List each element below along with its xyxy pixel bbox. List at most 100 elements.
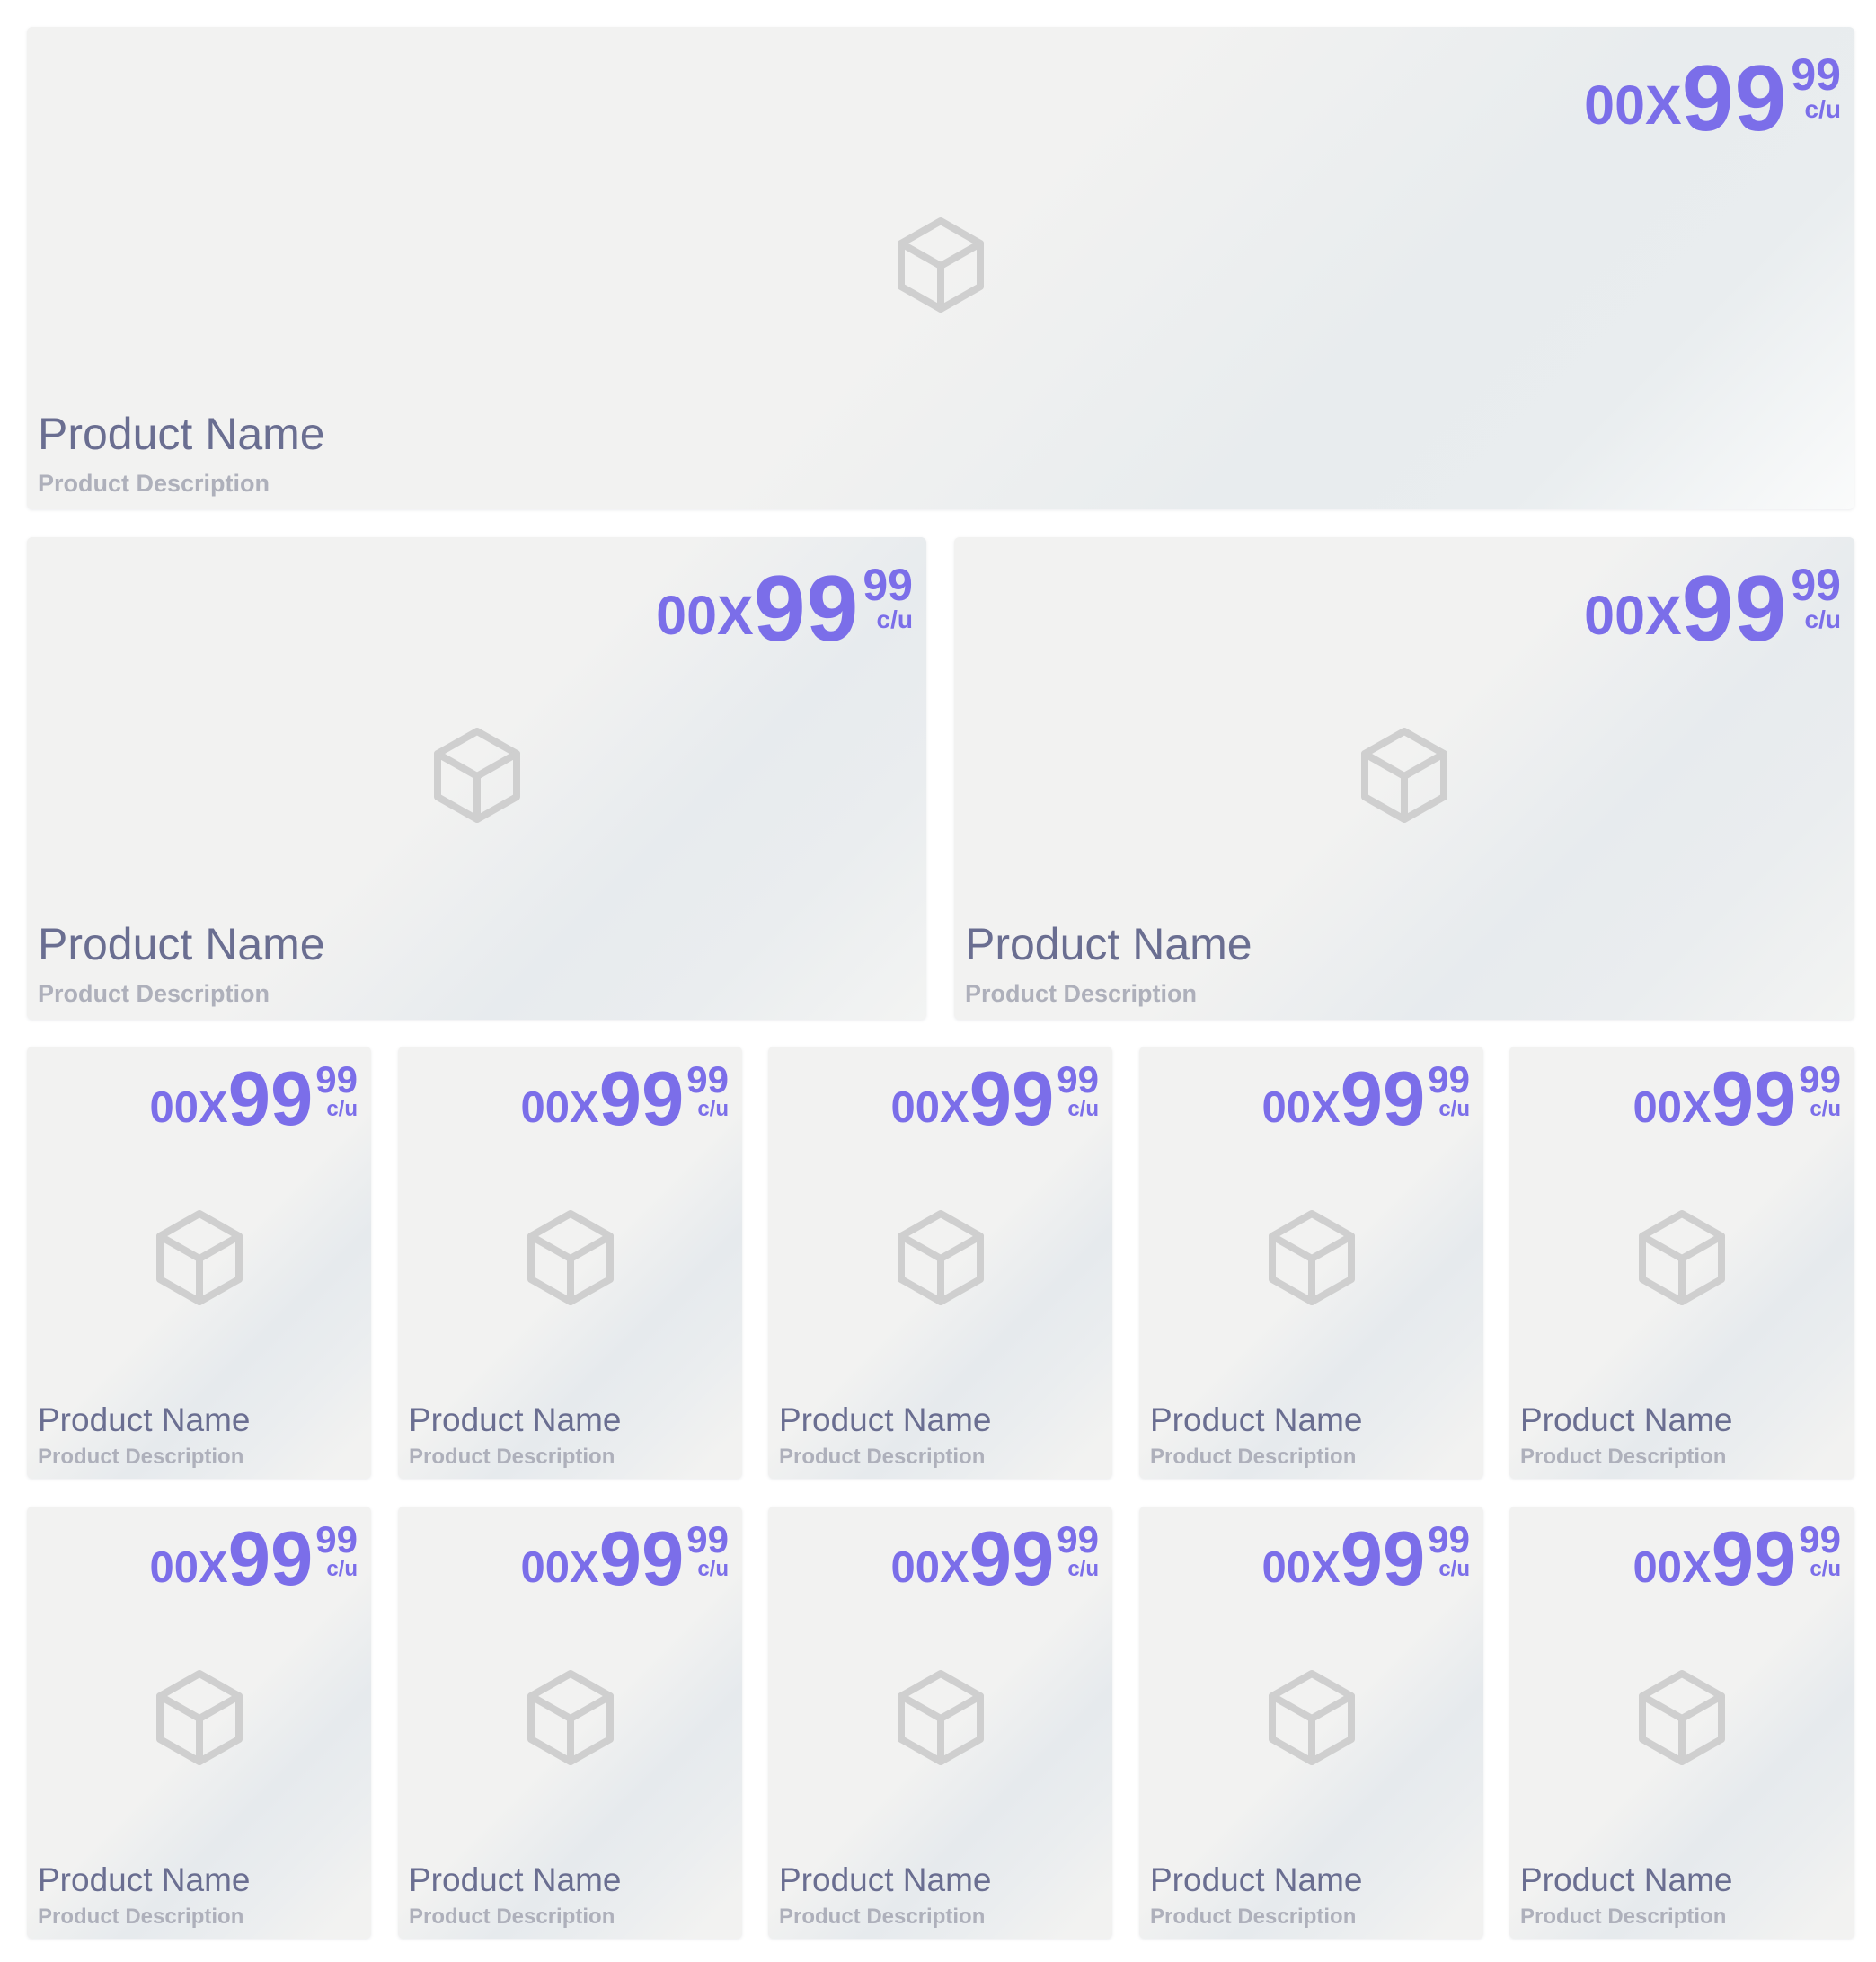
price-unit: c/u xyxy=(1810,1097,1841,1121)
product-name: Product Name xyxy=(1150,1401,1363,1438)
price-cents: 99 xyxy=(1428,1518,1470,1560)
price-integer: 99 xyxy=(1711,1516,1797,1602)
price-quantity: 00X xyxy=(1584,585,1682,646)
product-name: Product Name xyxy=(38,919,325,969)
package-icon xyxy=(1268,1210,1355,1305)
price-cents: 99 xyxy=(315,1058,358,1100)
price-fraction: 99 c/u xyxy=(1787,52,1841,122)
price-integer: 99 xyxy=(598,1056,685,1142)
price-cents: 99 xyxy=(863,560,913,610)
price-tag: 00X 99 99 c/u xyxy=(656,562,913,656)
price-cents: 99 xyxy=(686,1058,729,1100)
product-description: Product Description xyxy=(38,1905,244,1929)
price-integer: 99 xyxy=(227,1056,314,1142)
price-quantity: 00X xyxy=(1633,1543,1712,1592)
price-fraction: 99 c/u xyxy=(1796,1521,1841,1580)
price-tag: 00X 99 99 c/u xyxy=(1633,1056,1841,1142)
price-quantity: 00X xyxy=(149,1083,228,1132)
product-description: Product Description xyxy=(409,1445,615,1469)
price-integer: 99 xyxy=(1681,557,1788,661)
price-unit: c/u xyxy=(1438,1097,1470,1121)
product-card[interactable]: 00X 99 99 c/u Product Name Product Descr… xyxy=(1509,1047,1854,1479)
price-quantity: 00X xyxy=(149,1543,228,1592)
price-quantity: 00X xyxy=(890,1083,969,1132)
price-integer: 99 xyxy=(1711,1056,1797,1142)
product-name: Product Name xyxy=(38,409,325,459)
price-integer: 99 xyxy=(1340,1516,1426,1602)
product-name: Product Name xyxy=(1520,1861,1733,1898)
product-description: Product Description xyxy=(1150,1905,1357,1929)
price-tag: 00X 99 99 c/u xyxy=(521,1516,729,1602)
product-name: Product Name xyxy=(1150,1861,1363,1898)
product-name: Product Name xyxy=(409,1861,622,1898)
price-fraction: 99 c/u xyxy=(684,1061,729,1120)
product-card[interactable]: 00X 99 99 c/u Product Name Product Descr… xyxy=(398,1507,742,1939)
price-cents: 99 xyxy=(1799,1518,1841,1560)
price-quantity: 00X xyxy=(1261,1543,1341,1592)
price-tag: 00X 99 99 c/u xyxy=(1261,1061,1470,1138)
product-name: Product Name xyxy=(779,1401,992,1438)
package-icon xyxy=(1268,1670,1355,1765)
price-unit: c/u xyxy=(697,1097,729,1121)
package-icon xyxy=(527,1670,614,1765)
price-fraction: 99 c/u xyxy=(1425,1061,1470,1120)
product-card[interactable]: 00X 99 99 c/u Product Name Product Descr… xyxy=(27,27,1854,509)
package-icon xyxy=(433,728,520,823)
product-description: Product Description xyxy=(409,1905,615,1929)
price-unit: c/u xyxy=(1804,95,1841,123)
package-icon xyxy=(527,1210,614,1305)
price-cents: 99 xyxy=(1428,1058,1470,1100)
price-fraction: 99 c/u xyxy=(313,1521,358,1580)
price-quantity: 00X xyxy=(656,585,754,646)
package-icon xyxy=(1639,1670,1725,1765)
product-card[interactable]: 00X 99 99 c/u Product Name Product Descr… xyxy=(1139,1507,1483,1939)
price-tag: 00X 99 99 c/u xyxy=(890,1061,1099,1138)
price-cents: 99 xyxy=(315,1518,358,1560)
price-cents: 99 xyxy=(1799,1058,1841,1100)
price-fraction: 99 c/u xyxy=(313,1061,358,1120)
product-card[interactable]: 00X 99 99 c/u Product Name Product Descr… xyxy=(768,1507,1112,1939)
price-fraction: 99 c/u xyxy=(1054,1061,1099,1120)
product-description: Product Description xyxy=(1520,1905,1727,1929)
price-unit: c/u xyxy=(326,1557,358,1581)
price-quantity: 00X xyxy=(1584,75,1682,136)
price-quantity: 00X xyxy=(1261,1083,1341,1132)
product-name: Product Name xyxy=(38,1401,251,1438)
price-cents: 99 xyxy=(1791,560,1841,610)
product-card[interactable]: 00X 99 99 c/u Product Name Product Descr… xyxy=(954,537,1854,1020)
price-integer: 99 xyxy=(227,1516,314,1602)
product-card[interactable]: 00X 99 99 c/u Product Name Product Descr… xyxy=(1139,1047,1483,1479)
product-description: Product Description xyxy=(1150,1445,1357,1469)
price-unit: c/u xyxy=(1810,1557,1841,1581)
price-integer: 99 xyxy=(598,1516,685,1602)
price-unit: c/u xyxy=(1438,1557,1470,1581)
price-tag: 00X 99 99 c/u xyxy=(521,1056,729,1142)
package-icon xyxy=(897,1210,984,1305)
price-integer: 99 xyxy=(753,557,860,661)
price-tag: 00X 99 99 c/u xyxy=(1584,52,1841,146)
product-card[interactable]: 00X 99 99 c/u Product Name Product Descr… xyxy=(768,1047,1112,1479)
product-card[interactable]: 00X 99 99 c/u Product Name Product Descr… xyxy=(27,1047,371,1479)
product-name: Product Name xyxy=(965,919,1252,969)
price-unit: c/u xyxy=(876,605,913,633)
price-quantity: 00X xyxy=(890,1543,969,1592)
price-cents: 99 xyxy=(1057,1058,1099,1100)
package-icon xyxy=(155,1210,243,1305)
price-fraction: 99 c/u xyxy=(1425,1521,1470,1580)
product-name: Product Name xyxy=(779,1861,992,1898)
price-unit: c/u xyxy=(1067,1097,1099,1121)
price-tag: 00X 99 99 c/u xyxy=(1633,1516,1841,1602)
product-card[interactable]: 00X 99 99 c/u Product Name Product Descr… xyxy=(27,537,926,1020)
product-card[interactable]: 00X 99 99 c/u Product Name Product Descr… xyxy=(398,1047,742,1479)
price-fraction: 99 c/u xyxy=(859,562,913,632)
price-cents: 99 xyxy=(686,1518,729,1560)
product-description: Product Description xyxy=(38,470,270,497)
package-icon xyxy=(1361,728,1447,823)
product-card[interactable]: 00X 99 99 c/u Product Name Product Descr… xyxy=(1509,1507,1854,1939)
product-name: Product Name xyxy=(409,1401,622,1438)
price-cents: 99 xyxy=(1791,49,1841,100)
price-tag: 00X 99 99 c/u xyxy=(1584,562,1841,656)
product-card[interactable]: 00X 99 99 c/u Product Name Product Descr… xyxy=(27,1507,371,1939)
price-integer: 99 xyxy=(1681,47,1788,151)
price-tag: 00X 99 99 c/u xyxy=(149,1056,358,1142)
